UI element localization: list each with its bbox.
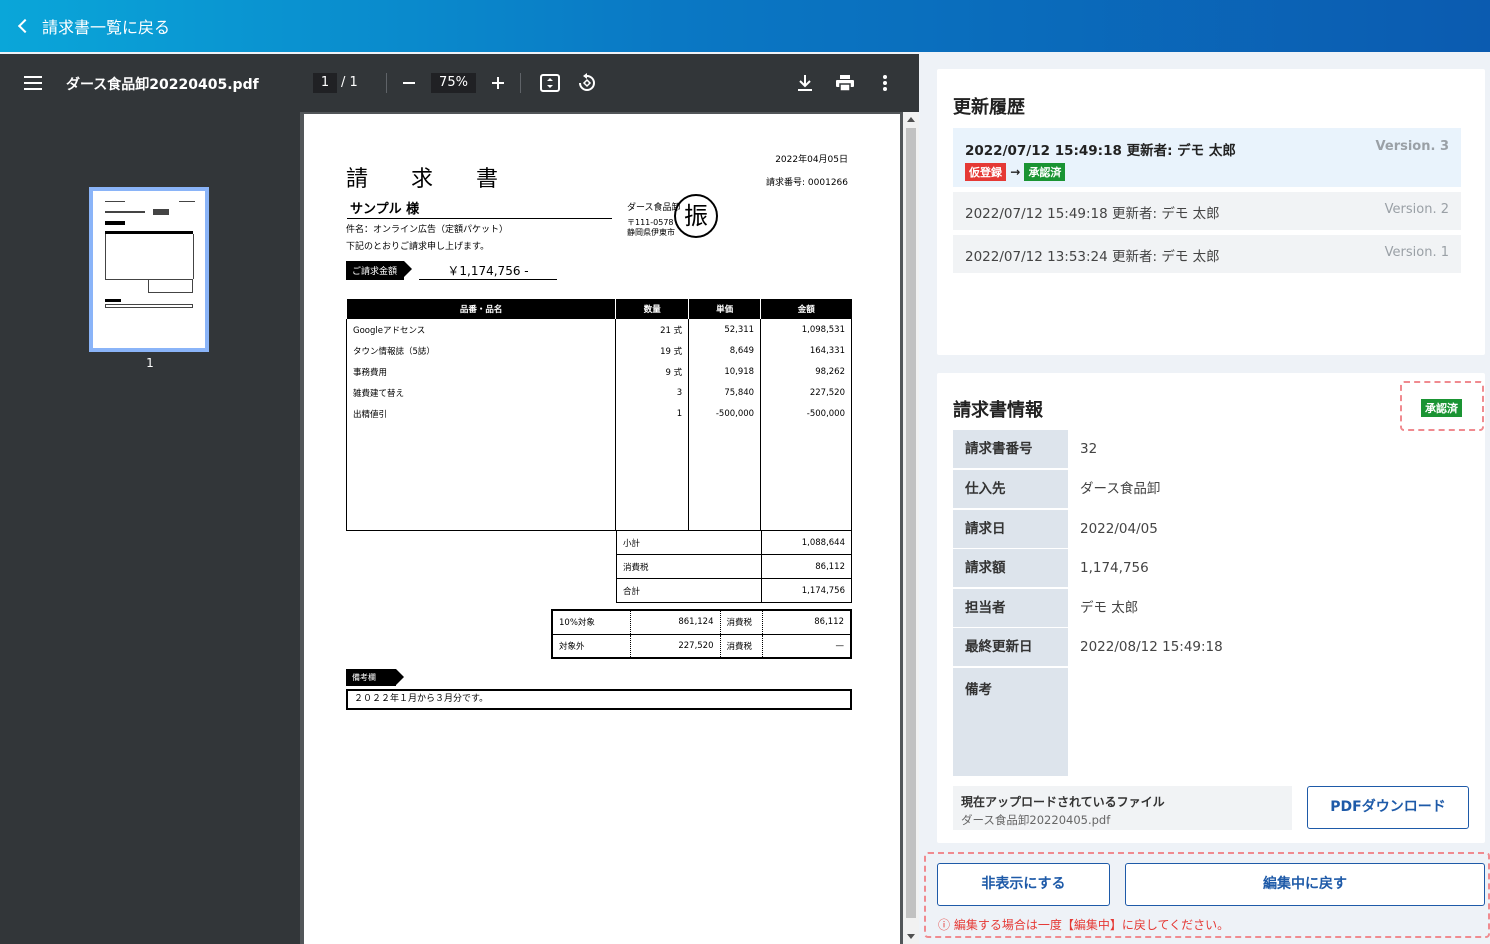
history-row-v1[interactable]: 2022/07/12 13:53:24 更新者: デモ 太郎 Version. … — [953, 235, 1461, 273]
toolbar-divider — [520, 73, 521, 93]
download-button[interactable] — [793, 71, 817, 95]
pdf-filename: ダース食品卸20220405.pdf — [66, 77, 259, 93]
info-row-last-updated: 最終更新日 2022/08/12 15:49:18 — [953, 628, 1463, 666]
info-row-invoice-date: 請求日 2022/04/05 — [953, 510, 1463, 548]
col-header-amount: 金額 — [760, 299, 852, 319]
pdf-page-area: 請 求 書 2022年04月05日 請求番号: 0001266 サンプル 様 件… — [300, 112, 919, 944]
history-title: 更新履歴 — [953, 97, 1025, 118]
items-table: 品番・品名 数量 単価 金額 Googleアドセンス 21 式 52,311 1,09… — [345, 299, 852, 531]
zoom-out-button[interactable] — [397, 71, 421, 95]
zoom-in-button[interactable] — [486, 71, 510, 95]
table-row: 合計 1,174,756 — [616, 578, 852, 603]
uploaded-file-title: 現在アップロードされているファイル — [961, 795, 1165, 809]
scrollbar-thumb[interactable] — [906, 128, 916, 918]
col-header-price: 単価 — [688, 299, 761, 319]
remark-tag: 備考欄 — [346, 669, 404, 686]
invoice-title: 請 求 書 — [346, 167, 516, 192]
update-history-card: 更新履歴 2022/07/12 15:49:18 更新者: デモ 太郎 Vers… — [937, 69, 1485, 355]
back-to-list-link[interactable]: 請求書一覧に戻る — [17, 14, 171, 38]
info-row-remarks: 備考 — [953, 668, 1463, 776]
invoice-subject: 件名：オンライン広告（定額パケット） — [346, 225, 509, 235]
history-version: Version. 2 — [1384, 202, 1449, 217]
status-badge-draft: 仮登録 — [965, 163, 1006, 181]
more-vertical-icon — [883, 75, 887, 91]
invoice-date: 2022年04月05日 — [775, 155, 848, 165]
minus-icon — [403, 82, 415, 84]
uploaded-file-box: 現在アップロードされているファイル ダース食品卸20220405.pdf — [953, 786, 1292, 830]
page-number-input[interactable]: 1 — [313, 73, 337, 93]
revert-to-editing-button[interactable]: 編集中に戻す — [1125, 863, 1485, 906]
invoice-number: 請求番号: 0001266 — [766, 178, 848, 188]
table-row: 事務費用 9 式 10,918 98,262 — [345, 361, 852, 382]
rotate-button[interactable] — [575, 71, 599, 95]
table-row: 消費税 86,112 — [616, 554, 852, 579]
toolbar-divider — [386, 73, 387, 93]
history-version: Version. 3 — [1375, 139, 1449, 154]
history-row-text: 2022/07/12 15:49:18 更新者: デモ 太郎 — [965, 206, 1220, 222]
table-row: 10%対象 861,124 消費税 86,112 — [552, 610, 852, 635]
status-badge-approved: 承認済 — [1024, 163, 1066, 181]
page-thumbnail[interactable] — [89, 187, 209, 352]
uploaded-file-name: ダース食品卸20220405.pdf — [961, 813, 1111, 827]
info-row-assignee: 担当者 デモ 太郎 — [953, 589, 1463, 627]
rotate-icon — [579, 73, 595, 91]
hide-button[interactable]: 非表示にする — [937, 863, 1110, 906]
chevron-left-icon — [17, 18, 33, 34]
pdf-scrollbar[interactable] — [903, 112, 919, 944]
pdf-toolbar: ダース食品卸20220405.pdf 1 / 1 75% — [0, 54, 919, 112]
info-row-amount: 請求額 1,174,756 — [953, 549, 1463, 587]
menu-icon[interactable] — [24, 76, 42, 90]
table-row: 雑費建て替え 3 75,840 227,520 — [345, 382, 852, 403]
info-row-invoice-number: 請求書番号 32 — [953, 430, 1463, 468]
fit-page-icon — [540, 74, 560, 92]
page-total: / 1 — [341, 75, 358, 90]
total-amount: ￥1,174,756 - — [419, 262, 557, 280]
more-options-button[interactable] — [873, 71, 897, 95]
history-row-v2[interactable]: 2022/07/12 15:49:18 更新者: デモ 太郎 Version. … — [953, 192, 1461, 230]
history-row-v3[interactable]: 2022/07/12 15:49:18 更新者: デモ 太郎 Version. … — [953, 128, 1461, 187]
company-stamp: 振 — [674, 194, 718, 238]
status-badge-approved: 承認済 — [1421, 399, 1462, 417]
invoice-info-card: 請求書情報 承認済 請求書番号 32 仕入先 ダース食品卸 請求日 2022/0… — [937, 373, 1485, 843]
history-row-text: 2022/07/12 13:53:24 更新者: デモ 太郎 — [965, 249, 1220, 265]
invoice-customer: サンプル 様 — [347, 198, 612, 219]
invoice-vendor: ダース食品卸 — [627, 203, 681, 213]
pdf-viewer: ダース食品卸20220405.pdf 1 / 1 75% 1 請 求 書 202… — [0, 54, 919, 944]
top-bar: 請求書一覧に戻る — [0, 0, 1490, 52]
invoice-page: 請 求 書 2022年04月05日 請求番号: 0001266 サンプル 様 件… — [304, 114, 900, 944]
info-title: 請求書情報 — [953, 400, 1043, 421]
table-row: 出精値引 1 -500,000 -500,000 — [345, 403, 852, 424]
scroll-down-icon[interactable] — [907, 934, 915, 939]
scroll-up-icon[interactable] — [907, 117, 915, 122]
print-icon — [836, 75, 854, 91]
invoice-vendor-address: 静岡県伊東市 — [627, 228, 675, 237]
table-row: タウン情報誌（5誌） 19 式 8,649 164,331 — [345, 340, 852, 361]
print-button[interactable] — [833, 71, 857, 95]
total-amount-tag: ご請求金額 — [346, 261, 412, 280]
zoom-level-input[interactable]: 75% — [431, 73, 476, 93]
thumbnail-page-number: 1 — [146, 356, 154, 370]
arrow-icon: → — [1010, 165, 1021, 179]
col-header-item: 品番・品名 — [345, 299, 616, 319]
info-row-supplier: 仕入先 ダース食品卸 — [953, 470, 1463, 508]
table-row: Googleアドセンス 21 式 52,311 1,098,531 — [345, 319, 852, 340]
table-row: 対象外 227,520 消費税 — — [552, 634, 852, 659]
col-header-qty: 数量 — [615, 299, 689, 319]
thumbnail-sidebar: 1 — [0, 112, 300, 944]
table-row: 小計 1,088,644 — [616, 530, 852, 555]
history-version: Version. 1 — [1384, 245, 1449, 260]
plus-icon — [492, 77, 504, 89]
totals-table: 小計 1,088,644 消費税 86,112 合計 1,174,756 — [616, 530, 852, 603]
fit-page-button[interactable] — [538, 71, 562, 95]
download-icon — [798, 75, 812, 91]
back-to-list-label: 請求書一覧に戻る — [42, 18, 171, 37]
invoice-note: 下記のとおりご請求申し上げます。 — [346, 242, 490, 252]
pdf-download-button[interactable]: PDFダウンロード — [1307, 786, 1469, 829]
edit-warning-message: ⓘ 編集する場合は一度【編集中】に戻してください。 — [938, 918, 1230, 932]
table-row-empty — [345, 424, 852, 531]
tax-table: 10%対象 861,124 消費税 86,112 対象外 227,520 消費税 — — [551, 609, 852, 659]
status-highlight: 承認済 — [1400, 381, 1484, 431]
action-area: 非表示にする 編集中に戻す ⓘ 編集する場合は一度【編集中】に戻してください。 — [924, 852, 1490, 938]
remark-text: ２０２２年１月から３月分です。 — [346, 689, 852, 710]
